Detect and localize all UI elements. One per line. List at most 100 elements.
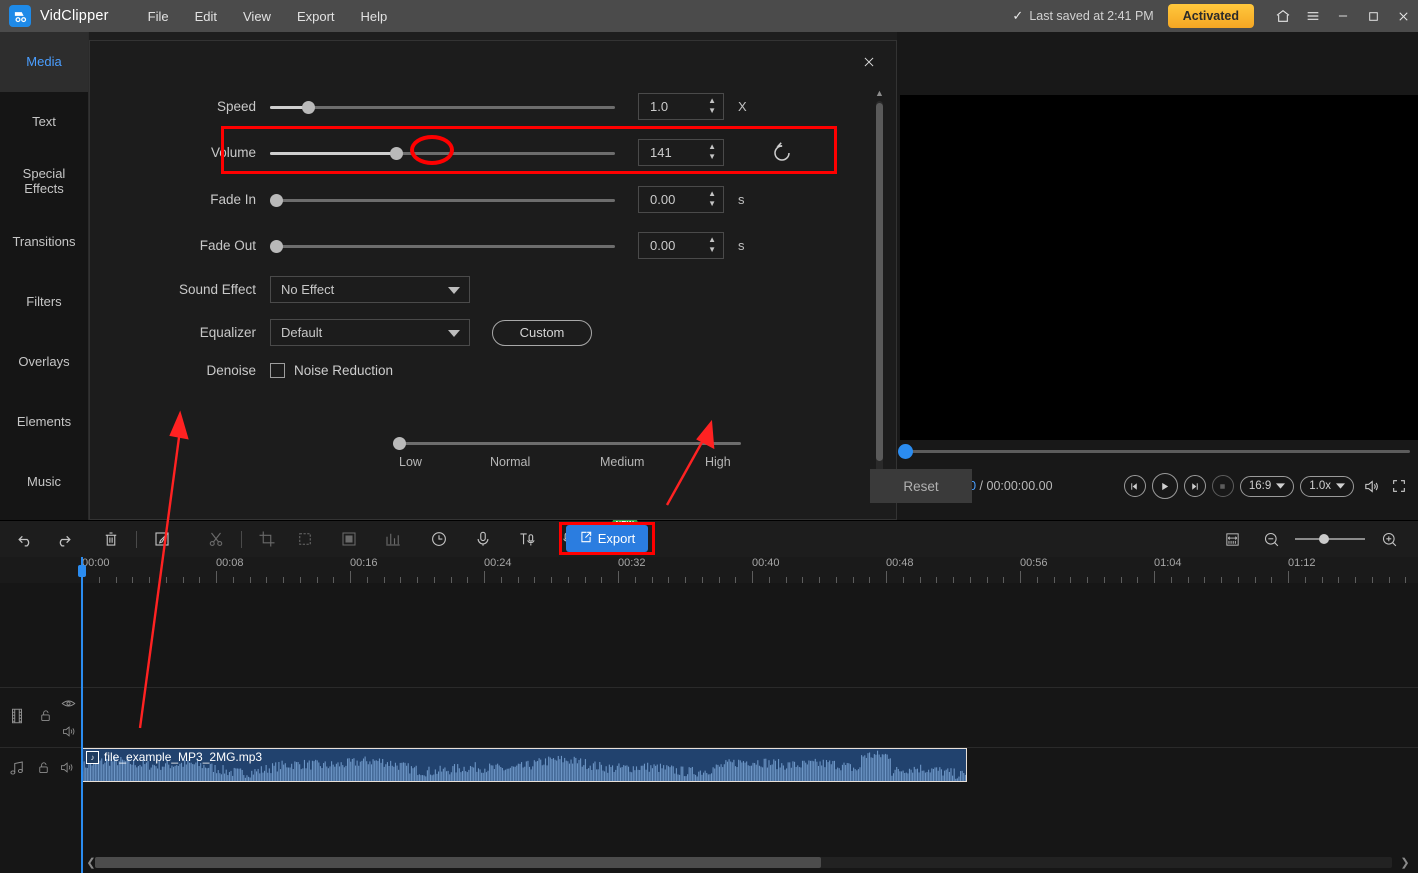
denoise-slider-track[interactable] — [393, 442, 741, 445]
audio-clip[interactable]: ♪ file_example_MP3_2MG.mp3 — [81, 748, 967, 782]
speed-stepper[interactable]: ▲ ▼ — [708, 97, 716, 115]
hamburger-icon[interactable] — [1298, 0, 1328, 32]
denoise-level-normal[interactable]: Normal — [490, 455, 530, 469]
export-button[interactable]: Export — [566, 525, 648, 552]
denoise-slider-handle[interactable] — [393, 437, 406, 450]
home-icon[interactable] — [1268, 0, 1298, 32]
denoise-level-slider[interactable] — [393, 435, 741, 451]
fade-in-slider-handle[interactable] — [270, 193, 283, 207]
undo-icon[interactable] — [10, 525, 40, 553]
speaker-icon[interactable] — [61, 724, 76, 744]
fullscreen-icon[interactable] — [1388, 475, 1410, 497]
close-icon[interactable] — [1388, 0, 1418, 32]
scroll-right-icon[interactable]: ❯ — [1398, 856, 1412, 869]
scroll-left-icon[interactable]: ❮ — [84, 856, 98, 869]
noise-reduction-checkbox[interactable] — [270, 363, 285, 378]
fade-in-slider-track[interactable] — [270, 198, 615, 202]
edit-icon[interactable] — [147, 525, 177, 553]
denoise-level-low[interactable]: Low — [399, 455, 422, 469]
fade-out-slider[interactable] — [270, 237, 615, 255]
playhead-handle[interactable] — [78, 565, 86, 577]
preview-seek-handle[interactable] — [898, 444, 913, 459]
unlock-icon[interactable] — [36, 760, 51, 780]
volume-reset-icon[interactable] — [770, 141, 794, 165]
dialog-scrollbar[interactable]: ▲ ▼ — [872, 87, 886, 495]
fade-out-stepper[interactable]: ▲ ▼ — [708, 236, 716, 254]
sidebar-item-filters[interactable]: Filters — [0, 272, 88, 332]
menu-help[interactable]: Help — [348, 5, 401, 28]
scrollbar-thumb[interactable] — [876, 103, 883, 461]
previous-frame-icon[interactable] — [1123, 475, 1146, 497]
equalizer-custom-button[interactable]: Custom — [492, 319, 592, 346]
speaker-icon[interactable] — [59, 760, 74, 780]
sidebar-item-elements[interactable]: Elements — [0, 392, 88, 452]
sidebar-item-text[interactable]: Text — [0, 92, 88, 152]
fade-out-input[interactable]: 0.00 ▲ ▼ — [638, 232, 724, 259]
record-voiceover-icon[interactable] — [468, 525, 498, 553]
sidebar-item-transitions[interactable]: Transitions — [0, 212, 88, 272]
duplicate-icon[interactable] — [290, 525, 320, 553]
sidebar-item-special-effects[interactable]: Special Effects — [0, 152, 88, 212]
dialog-close-icon[interactable] — [858, 51, 880, 73]
fade-in-input[interactable]: 0.00 ▲ ▼ — [638, 186, 724, 213]
sound-effect-select[interactable]: No Effect — [270, 276, 470, 303]
zoom-slider[interactable] — [1295, 533, 1365, 545]
fade-in-slider[interactable] — [270, 191, 615, 209]
stop-icon[interactable] — [1211, 475, 1234, 497]
speed-slider-track[interactable] — [270, 105, 615, 109]
volume-stepper[interactable]: ▲ ▼ — [708, 143, 716, 161]
text-to-speech-icon[interactable] — [512, 525, 542, 553]
freeze-frame-icon[interactable] — [334, 525, 364, 553]
menu-view[interactable]: View — [230, 5, 284, 28]
fade-out-slider-handle[interactable] — [270, 239, 283, 253]
activated-badge[interactable]: Activated — [1167, 4, 1254, 28]
speed-slider-handle[interactable] — [302, 100, 315, 114]
zoom-slider-track[interactable] — [1295, 538, 1365, 540]
crop-icon[interactable] — [252, 525, 282, 553]
zoom-in-icon[interactable] — [1374, 525, 1404, 553]
audio-levels-icon[interactable] — [378, 525, 408, 553]
menu-file[interactable]: File — [135, 5, 182, 28]
zoom-out-icon[interactable] — [1256, 525, 1286, 553]
scroll-up-icon[interactable]: ▲ — [874, 87, 885, 98]
volume-slider-handle[interactable] — [390, 146, 403, 160]
volume-icon[interactable] — [1360, 475, 1382, 497]
preview-seek-track[interactable] — [905, 450, 1410, 453]
video-preview-canvas[interactable] — [900, 95, 1418, 440]
sidebar-item-music[interactable]: Music — [0, 452, 88, 512]
speed-slider[interactable] — [270, 98, 615, 116]
sidebar-item-overlays[interactable]: Overlays — [0, 332, 88, 392]
zoom-slider-handle[interactable] — [1319, 534, 1329, 544]
reset-button[interactable]: Reset — [870, 469, 972, 503]
volume-slider[interactable] — [270, 144, 615, 162]
aspect-ratio-selector[interactable]: 16:9 — [1239, 475, 1295, 497]
preview-seek-bar[interactable] — [897, 443, 1418, 459]
play-icon[interactable] — [1151, 473, 1178, 499]
denoise-level-medium[interactable]: Medium — [600, 455, 644, 469]
denoise-level-high[interactable]: High — [705, 455, 731, 469]
equalizer-select[interactable]: Default — [270, 319, 470, 346]
speed-input[interactable]: 1.0 ▲ ▼ — [638, 93, 724, 120]
menu-edit[interactable]: Edit — [182, 5, 230, 28]
split-scissors-icon[interactable] — [201, 525, 231, 553]
sidebar-item-media[interactable]: Media — [0, 32, 88, 92]
maximize-icon[interactable] — [1358, 0, 1388, 32]
timeline-ruler[interactable]: 00:00 00:08 00:16 00:24 00:32 00:40 00:4… — [0, 557, 1418, 583]
playback-speed-selector[interactable]: 1.0x — [1300, 475, 1354, 497]
hscroll-thumb[interactable] — [95, 856, 821, 868]
duration-clock-icon[interactable] — [424, 525, 454, 553]
timeline-horizontal-scrollbar[interactable]: ❮ ❯ — [0, 851, 1418, 873]
menu-export[interactable]: Export — [284, 5, 348, 28]
fade-in-stepper[interactable]: ▲ ▼ — [708, 190, 716, 208]
fit-to-timeline-icon[interactable] — [1217, 525, 1247, 553]
unlock-icon[interactable] — [38, 708, 53, 728]
redo-icon[interactable] — [48, 525, 78, 553]
track-row-video[interactable] — [0, 687, 1418, 747]
timeline-empty-area[interactable] — [0, 583, 1418, 687]
minimize-icon[interactable] — [1328, 0, 1358, 32]
delete-icon[interactable] — [96, 525, 126, 553]
fade-out-slider-track[interactable] — [270, 244, 615, 248]
track-row-audio[interactable]: ♪ file_example_MP3_2MG.mp3 — [0, 747, 1418, 791]
volume-input[interactable]: 141 ▲ ▼ — [638, 139, 724, 166]
next-frame-icon[interactable] — [1183, 475, 1206, 497]
